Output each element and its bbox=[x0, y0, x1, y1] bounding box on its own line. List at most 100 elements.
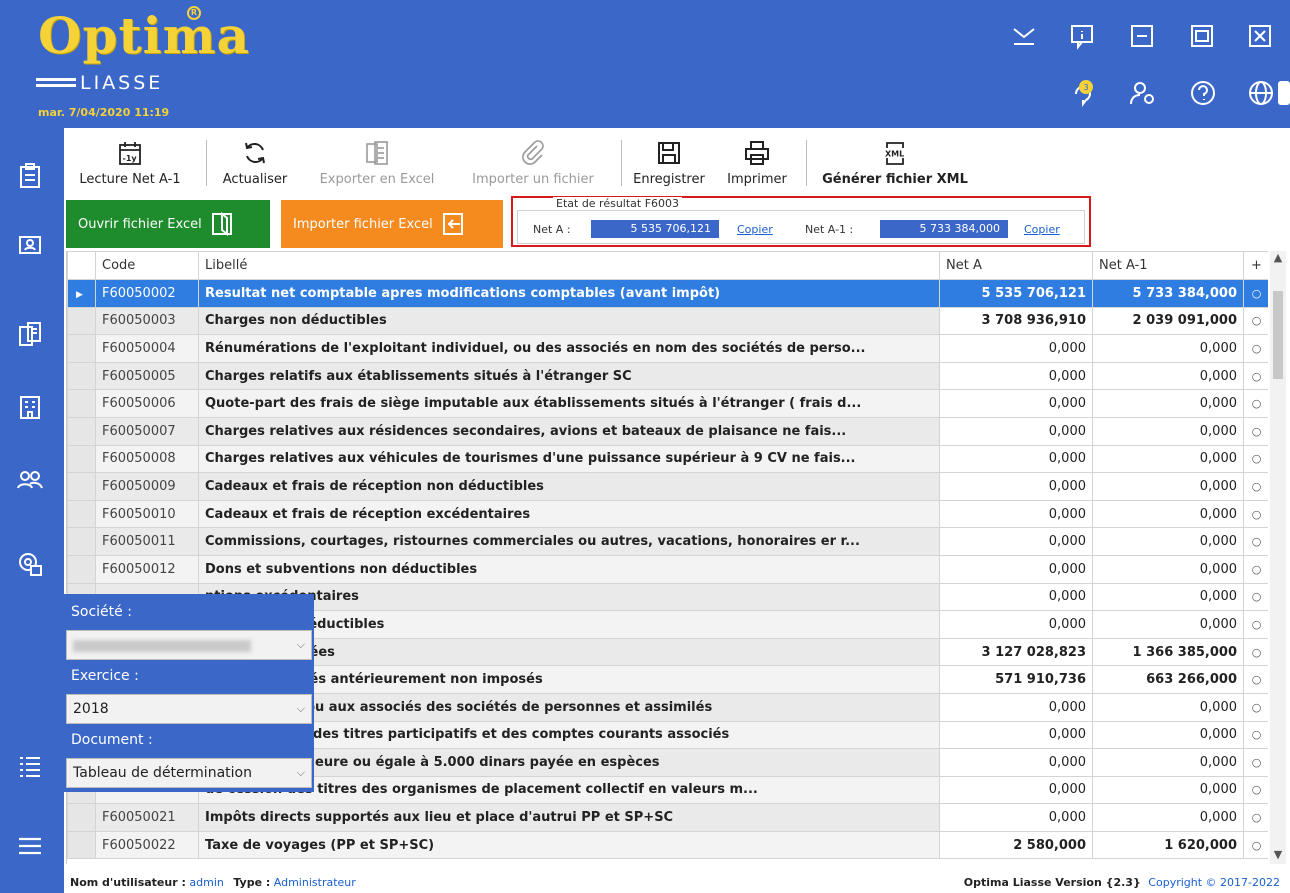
row-circle-icon[interactable]: ○ bbox=[1243, 389, 1268, 418]
add-column-button[interactable]: + bbox=[1243, 251, 1268, 280]
cell-net-a1[interactable]: 0,000 bbox=[1092, 416, 1244, 446]
row-circle-icon[interactable]: ○ bbox=[1243, 610, 1268, 639]
cell-libelle[interactable]: Cadeaux et frais de réception excédentai… bbox=[198, 499, 940, 529]
header-libelle[interactable]: Libellé bbox=[198, 251, 940, 280]
cell-net-a[interactable]: 0,000 bbox=[939, 748, 1093, 777]
copy-net-a-link[interactable]: Copier bbox=[737, 223, 773, 236]
cell-net-a1[interactable]: 5 733 384,000 bbox=[1092, 279, 1244, 308]
collapse-down-icon[interactable] bbox=[1010, 22, 1038, 50]
cell-libelle[interactable]: Commissions, courtages, ristournes comme… bbox=[198, 527, 940, 556]
print-button[interactable]: Imprimer bbox=[714, 128, 800, 194]
settings-icon[interactable] bbox=[16, 550, 44, 578]
table-row[interactable]: F60050003 Charges non déductibles 3 708 93… bbox=[67, 306, 1268, 336]
row-selector[interactable] bbox=[67, 499, 96, 529]
table-row[interactable]: F60050006 Quote-part des frais de siège i… bbox=[67, 389, 1268, 418]
row-circle-icon[interactable]: ○ bbox=[1243, 692, 1268, 722]
row-selector[interactable] bbox=[67, 361, 96, 391]
cell-net-a1[interactable]: 0,000 bbox=[1092, 692, 1244, 722]
row-selector[interactable] bbox=[67, 416, 96, 446]
copy-net-a1-link[interactable]: Copier bbox=[1024, 223, 1060, 236]
header-net-a[interactable]: Net A bbox=[939, 251, 1093, 280]
scroll-up-icon[interactable]: ▲ bbox=[1270, 251, 1286, 267]
cell-net-a1[interactable]: 0,000 bbox=[1092, 334, 1244, 363]
table-row[interactable]: ▶ F60050002 Resultat net comptable apres m… bbox=[67, 279, 1268, 308]
cell-net-a[interactable]: 0,000 bbox=[939, 692, 1093, 722]
cell-net-a[interactable]: 0,000 bbox=[939, 389, 1093, 418]
cell-net-a[interactable]: 0,000 bbox=[939, 610, 1093, 639]
table-row[interactable]: F60050011 Commissions, courtages, ristour… bbox=[67, 527, 1268, 556]
cell-libelle[interactable]: Charges relatives aux résidences seconda… bbox=[198, 416, 940, 446]
users-icon[interactable] bbox=[16, 466, 44, 494]
cell-net-a[interactable]: 0,000 bbox=[939, 472, 1093, 501]
cell-net-a1[interactable]: 0,000 bbox=[1092, 527, 1244, 556]
row-circle-icon[interactable]: ○ bbox=[1243, 748, 1268, 777]
close-icon[interactable] bbox=[1246, 22, 1274, 50]
checklist-icon[interactable] bbox=[16, 162, 44, 190]
row-circle-icon[interactable]: ○ bbox=[1243, 527, 1268, 556]
cell-libelle[interactable]: Rénumérations de l'exploitant individuel… bbox=[198, 334, 940, 363]
cell-net-a1[interactable]: 0,000 bbox=[1092, 775, 1244, 805]
cell-code[interactable]: F60050005 bbox=[95, 361, 199, 391]
row-circle-icon[interactable]: ○ bbox=[1243, 499, 1268, 529]
table-row[interactable]: F60050008 Charges relatives aux véhicules… bbox=[67, 444, 1268, 474]
cell-code[interactable]: F60050011 bbox=[95, 527, 199, 556]
row-selector[interactable] bbox=[67, 830, 96, 860]
lecture-net-button[interactable]: -1y Lecture Net A-1 bbox=[70, 128, 190, 194]
row-selector[interactable] bbox=[67, 334, 96, 363]
row-circle-icon[interactable]: ○ bbox=[1243, 306, 1268, 336]
cell-libelle[interactable]: Charges non déductibles bbox=[198, 306, 940, 336]
cell-code[interactable]: F60050006 bbox=[95, 389, 199, 418]
save-button[interactable]: Enregistrer bbox=[624, 128, 714, 194]
maximize-icon[interactable] bbox=[1188, 22, 1216, 50]
cell-net-a1[interactable]: 663 266,000 bbox=[1092, 665, 1244, 694]
cell-libelle[interactable]: Charges relatives aux véhicules de touri… bbox=[198, 444, 940, 474]
row-circle-icon[interactable]: ○ bbox=[1243, 279, 1268, 308]
cell-code[interactable]: F60050010 bbox=[95, 499, 199, 529]
cell-code[interactable]: F60050022 bbox=[95, 830, 199, 860]
user-settings-icon[interactable] bbox=[1128, 78, 1158, 108]
row-selector[interactable] bbox=[67, 306, 96, 336]
table-row[interactable]: F60050004 Rénumérations de l'exploitant i… bbox=[67, 334, 1268, 363]
cell-libelle[interactable]: Dons et subventions non déductibles bbox=[198, 554, 940, 584]
cell-net-a1[interactable]: 0,000 bbox=[1092, 472, 1244, 501]
cell-net-a[interactable]: 0,000 bbox=[939, 499, 1093, 529]
row-circle-icon[interactable]: ○ bbox=[1243, 472, 1268, 501]
export-excel-button[interactable]: Exporter en Excel bbox=[302, 128, 452, 194]
cell-net-a1[interactable]: 0,000 bbox=[1092, 803, 1244, 832]
cell-libelle[interactable]: Impôts directs supportés aux lieu et pla… bbox=[198, 803, 940, 832]
cell-net-a1[interactable]: 0,000 bbox=[1092, 748, 1244, 777]
table-row[interactable]: F60050010 Cadeaux et frais de réception e… bbox=[67, 499, 1268, 529]
cell-net-a1[interactable]: 0,000 bbox=[1092, 389, 1244, 418]
cell-libelle[interactable]: Resultat net comptable apres modificatio… bbox=[198, 279, 940, 308]
cell-code[interactable]: F60050012 bbox=[95, 554, 199, 584]
row-circle-icon[interactable]: ○ bbox=[1243, 720, 1268, 750]
row-circle-icon[interactable]: ○ bbox=[1243, 334, 1268, 363]
row-circle-icon[interactable]: ○ bbox=[1243, 554, 1268, 584]
exercice-select[interactable]: 2018 ⌵ bbox=[66, 694, 312, 724]
row-circle-icon[interactable]: ○ bbox=[1243, 637, 1268, 667]
row-selector[interactable] bbox=[67, 527, 96, 556]
cell-code[interactable]: F60050004 bbox=[95, 334, 199, 363]
row-circle-icon[interactable]: ○ bbox=[1243, 416, 1268, 446]
cell-net-a1[interactable]: 1 366 385,000 bbox=[1092, 637, 1244, 667]
row-circle-icon[interactable]: ○ bbox=[1243, 361, 1268, 391]
cell-net-a[interactable]: 0,000 bbox=[939, 444, 1093, 474]
cell-net-a1[interactable]: 0,000 bbox=[1092, 499, 1244, 529]
info-icon[interactable] bbox=[1068, 22, 1096, 50]
cell-net-a1[interactable]: 0,000 bbox=[1092, 582, 1244, 612]
table-row[interactable]: F60050005 Charges relatifs aux établissem… bbox=[67, 361, 1268, 391]
cell-net-a[interactable]: 2 580,000 bbox=[939, 830, 1093, 860]
cell-libelle[interactable]: Charges relatifs aux établissements situ… bbox=[198, 361, 940, 391]
cell-net-a[interactable]: 0,000 bbox=[939, 803, 1093, 832]
cell-libelle[interactable]: Taxe de voyages (PP et SP+SC) bbox=[198, 830, 940, 860]
import-excel-button[interactable]: Importer fichier Excel bbox=[281, 200, 503, 248]
cell-net-a1[interactable]: 0,000 bbox=[1092, 361, 1244, 391]
documents-icon[interactable] bbox=[16, 320, 44, 348]
cell-net-a[interactable]: 3 708 936,910 bbox=[939, 306, 1093, 336]
societe-select[interactable]: ⌵ bbox=[66, 630, 312, 660]
header-code[interactable]: Code bbox=[95, 251, 199, 280]
cell-code[interactable]: F60050021 bbox=[95, 803, 199, 832]
row-selector[interactable] bbox=[67, 389, 96, 418]
row-selector[interactable]: ▶ bbox=[67, 279, 96, 308]
cell-net-a[interactable]: 0,000 bbox=[939, 334, 1093, 363]
